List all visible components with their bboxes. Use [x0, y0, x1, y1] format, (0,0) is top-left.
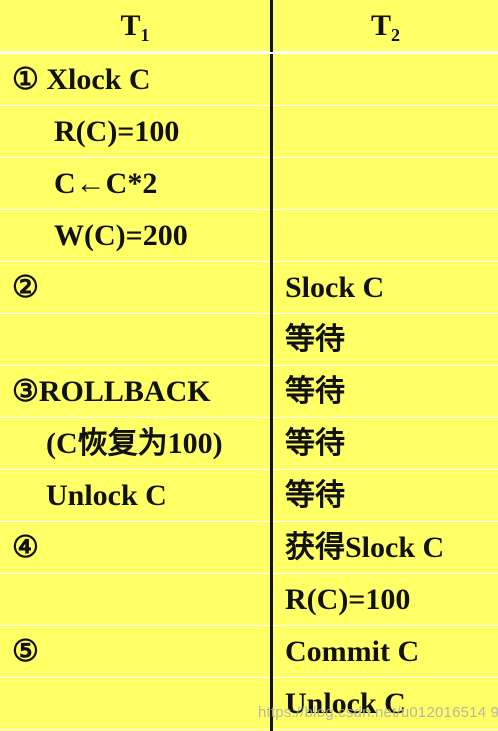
t1-cell	[0, 678, 270, 729]
t2-cell: 等待	[285, 323, 345, 356]
t2-cell: R(C)=100	[285, 583, 411, 616]
table-row: (C恢复为100) 等待	[0, 418, 498, 470]
t1-cell: ① Xlock C	[12, 63, 151, 96]
t1-cell: ②	[12, 271, 39, 304]
table-row: 等待	[0, 314, 498, 366]
t2-cell	[273, 210, 498, 261]
table-row: ① Xlock C	[0, 54, 498, 106]
t1-cell: Unlock C	[46, 479, 167, 512]
table-row: R(C)=100	[0, 574, 498, 626]
t1-cell: ③ROLLBACK	[12, 375, 211, 408]
t1-cell	[0, 314, 270, 365]
t2-cell	[273, 54, 498, 105]
header-t1-sub: 1	[140, 25, 150, 45]
table-row: ③ROLLBACK 等待	[0, 366, 498, 418]
table-row: W(C)=200	[0, 210, 498, 262]
table-row: ④ 获得Slock C	[0, 522, 498, 574]
header-t2: T2	[273, 0, 498, 51]
header-t1-base: T	[120, 9, 141, 42]
t1-cell: (C恢复为100)	[46, 427, 223, 460]
lock-schedule-table: T1 T2 ① Xlock C R(C)=100 C←C*2 W(C)=200 …	[0, 0, 498, 731]
t1-cell: ④	[12, 531, 39, 564]
header-t2-base: T	[370, 9, 391, 42]
t2-cell	[273, 106, 498, 157]
t2-cell	[273, 158, 498, 209]
header-t2-sub: 2	[391, 25, 400, 45]
header-divider	[0, 52, 498, 54]
table-row: C←C*2	[0, 158, 498, 210]
t2-cell: 获得Slock C	[285, 531, 445, 564]
table-row: ⑤ Commit C	[0, 626, 498, 678]
t1-cell	[0, 574, 270, 625]
t2-cell: Slock C	[285, 271, 385, 304]
header-t1: T1	[0, 0, 270, 51]
table-header-row: T1 T2	[0, 0, 498, 52]
table-row: R(C)=100	[0, 106, 498, 158]
table-row: ② Slock C	[0, 262, 498, 314]
watermark-text: https://blog.csdn.net/u012016514 9	[258, 704, 498, 721]
t2-cell: Commit C	[285, 635, 420, 668]
column-divider	[270, 0, 273, 731]
t2-cell: 等待	[285, 427, 345, 460]
t2-cell: 等待	[285, 479, 345, 512]
t2-cell: 等待	[285, 375, 345, 408]
t1-cell: ⑤	[12, 635, 39, 668]
table-row: Unlock C 等待	[0, 470, 498, 522]
